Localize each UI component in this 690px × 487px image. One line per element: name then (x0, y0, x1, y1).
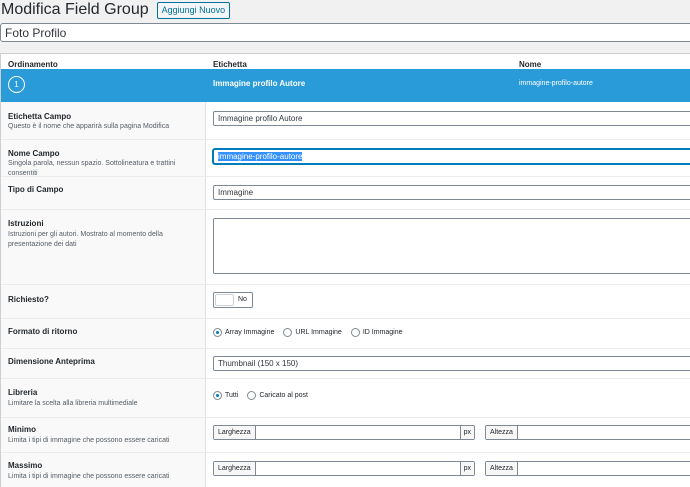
setting-instructions: Istruzioni Istruzioni per gli autori. Mo… (1, 210, 690, 285)
radio-indicator[interactable] (283, 328, 293, 337)
setting-library-desc: Limitare la scelta alla libreria multime… (8, 400, 138, 407)
setting-required: Richiesto? No (1, 285, 690, 319)
radio-indicator[interactable] (213, 328, 222, 337)
column-label: Etichetta (213, 60, 247, 69)
setting-type-title: Tipo di Campo (8, 185, 64, 194)
maximum-width-unit: px (459, 462, 474, 475)
setting-preview-size-title: Dimensione Anteprima (8, 357, 95, 366)
fields-panel: Ordinamento Etichetta Nome 1 Immagine pr… (0, 53, 690, 487)
setting-minimum-desc: Limita i tipi di immagine che possono es… (8, 437, 170, 444)
field-name-selected-text: immagine-profilo-autore (218, 152, 303, 161)
setting-label-desc: Questo è il nome che apparirà sulla pagi… (8, 123, 170, 130)
field-label-input[interactable]: Immagine profilo Autore (213, 111, 690, 126)
minimum-height-label: Altezza (486, 426, 518, 439)
maximum-width-input[interactable]: Larghezza px (213, 461, 475, 476)
setting-return-format: Formato di ritorno Array Immagine URL Im… (1, 319, 690, 349)
setting-library: Libreria Limitare la scelta alla libreri… (1, 379, 690, 418)
setting-name-desc: Singola parola, nessun spazio. Sottoline… (8, 160, 176, 177)
page-title: Modifica Field Group (1, 1, 149, 18)
setting-name-title: Nome Campo (8, 149, 60, 158)
radio-label: URL Immagine (295, 329, 342, 336)
field-order-badge[interactable]: 1 (8, 76, 25, 93)
field-type-select[interactable]: Immagine (213, 185, 690, 200)
field-row-selected[interactable]: 1 Immagine profilo Autore immagine-profi… (1, 69, 690, 102)
minimum-width-input[interactable]: Larghezza px (213, 425, 475, 440)
column-order: Ordinamento (8, 60, 58, 69)
radio-label: ID Immagine (362, 329, 403, 336)
minimum-width-unit: px (459, 426, 474, 439)
library-radio-group: Tutti Caricato al post (213, 391, 317, 400)
setting-label-title: Etichetta Campo (8, 112, 72, 121)
radio-indicator[interactable] (213, 391, 222, 400)
setting-type: Tipo di Campo Immagine (1, 177, 690, 210)
maximum-height-label: Altezza (486, 462, 518, 475)
radio-label: Caricato al post (259, 392, 308, 399)
setting-maximum: Massimo Limita i tipi di immagine che po… (1, 453, 690, 487)
maximum-height-input[interactable]: Altezza (485, 461, 690, 476)
radio-url-image[interactable]: URL Immagine (283, 328, 342, 337)
field-row-name: immagine-profilo-autore (519, 80, 593, 87)
radio-library-all[interactable]: Tutti (213, 391, 238, 400)
instructions-textarea[interactable] (213, 218, 690, 274)
setting-maximum-title: Massimo (8, 461, 43, 470)
column-name: Nome (519, 60, 542, 69)
setting-name: Nome Campo Singola parola, nessun spazio… (1, 140, 690, 177)
radio-library-post[interactable]: Caricato al post (247, 391, 308, 400)
return-format-radio-group: Array Immagine URL Immagine ID Immagine (213, 328, 412, 337)
setting-preview-size: Dimensione Anteprima Thumbnail (150 x 15… (1, 349, 690, 379)
setting-instructions-desc: Istruzioni per gli autori. Mostrato al m… (8, 231, 163, 248)
page-header: Modifica Field Group Aggiungi Nuovo (0, 0, 231, 20)
radio-label: Array Immagine (225, 329, 275, 336)
setting-minimum: Minimo Limita i tipi di immagine che pos… (1, 418, 690, 453)
setting-label: Etichetta Campo Questo è il nome che app… (1, 102, 690, 140)
radio-id-image[interactable]: ID Immagine (350, 328, 403, 337)
setting-minimum-title: Minimo (8, 425, 36, 434)
setting-instructions-title: Istruzioni (8, 219, 44, 228)
field-name-input[interactable]: immagine-profilo-autore (213, 149, 690, 164)
radio-array-image[interactable]: Array Immagine (213, 328, 274, 337)
required-toggle[interactable]: No (213, 292, 253, 308)
field-row-label[interactable]: Immagine profilo Autore (213, 79, 305, 88)
group-title-input[interactable] (0, 23, 690, 42)
radio-indicator[interactable] (247, 391, 257, 400)
minimum-height-input[interactable]: Altezza (485, 425, 690, 440)
radio-indicator[interactable] (350, 328, 360, 337)
toggle-knob (215, 294, 234, 306)
radio-label: Tutti (225, 392, 239, 399)
add-new-button[interactable]: Aggiungi Nuovo (156, 1, 231, 19)
setting-required-title: Richiesto? (8, 295, 49, 304)
setting-return-format-title: Formato di ritorno (8, 327, 78, 336)
setting-maximum-desc: Limita i tipi di immagine che possono es… (8, 473, 170, 480)
required-toggle-text: No (238, 296, 247, 303)
minimum-width-label: Larghezza (214, 426, 256, 439)
setting-library-title: Libreria (8, 388, 38, 397)
maximum-width-label: Larghezza (214, 462, 256, 475)
preview-size-select[interactable]: Thumbnail (150 x 150) (213, 356, 690, 371)
